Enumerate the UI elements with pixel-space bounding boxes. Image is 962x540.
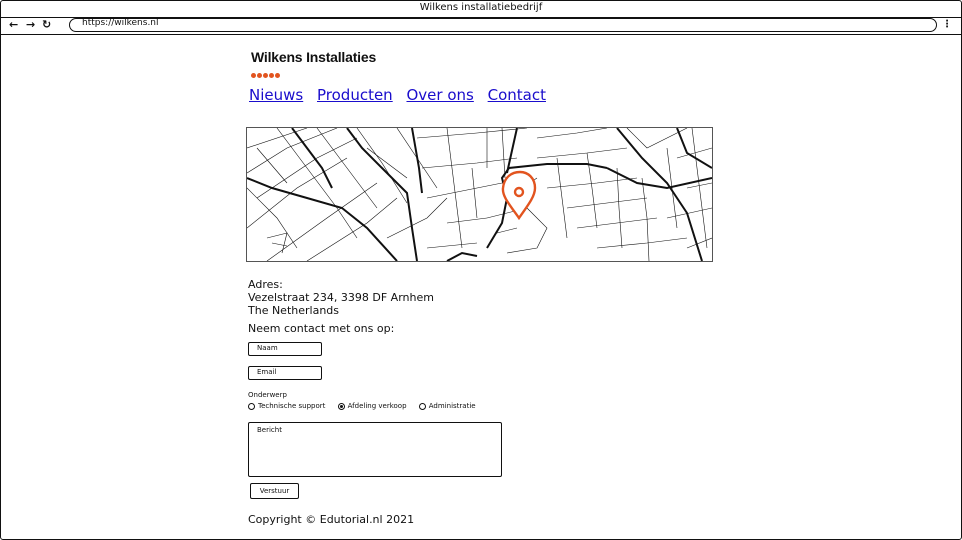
logo-dots-icon [251,63,281,82]
main-navigation: Nieuws Producten Over ons Contact [249,86,555,104]
submit-button[interactable]: Verstuur [250,483,299,499]
email-field[interactable]: Email [248,366,322,380]
name-placeholder: Naam [257,344,278,352]
radio-label: Afdeling verkoop [347,402,407,410]
map-streets [247,128,712,261]
radio-circle [418,402,426,410]
address-street: Vezelstraat 234, 3398 DF Arnhem [248,291,434,304]
subject-label: Onderwerp [248,391,287,399]
nav-link-over-ons[interactable]: Over ons [406,86,473,104]
reload-icon[interactable]: ↻ [42,18,51,32]
radio-label: Technische support [258,402,326,410]
name-field[interactable]: Naam [248,342,322,356]
forward-icon[interactable]: → [26,18,35,32]
radio-circle-selected [337,402,345,410]
vertical-dots-icon[interactable]: ⋮ [942,19,952,30]
browser-toolbar: ← → ↻ https://wilkens.nl ⋮ [0,17,962,35]
contact-heading: Neem contact met ons op: [248,322,395,335]
nav-link-producten[interactable]: Producten [317,86,393,104]
radio-administratie[interactable]: Administratie [418,402,476,410]
footer-copyright: Copyright © Edutorial.nl 2021 [248,513,415,526]
address-country: The Netherlands [248,304,340,317]
address-label: Adres: [248,278,283,291]
subject-radio-group: Technische support Afdeling verkoop Admi… [248,402,486,410]
nav-link-contact[interactable]: Contact [488,86,546,104]
message-placeholder: Bericht [257,426,282,434]
radio-label: Administratie [428,402,476,410]
nav-link-nieuws[interactable]: Nieuws [249,86,303,104]
location-map[interactable] [246,127,713,262]
window-title: Wilkens installatiebedrijf [419,2,543,13]
site-logo[interactable]: Wilkens Installaties [251,49,376,78]
radio-circle [248,402,255,410]
radio-technische-support[interactable]: Technische support [248,402,325,410]
address-bar[interactable]: https://wilkens.nl [69,18,937,32]
message-textarea[interactable]: Bericht [248,422,502,477]
back-icon[interactable]: ← [9,18,18,32]
radio-afdeling-verkoop[interactable]: Afdeling verkoop [337,402,407,410]
email-placeholder: Email [257,368,277,376]
address-block: Adres: Vezelstraat 234, 3398 DF Arnhem T… [248,278,434,317]
url-text: https://wilkens.nl [82,18,159,28]
window-titlebar: Wilkens installatiebedrijf [0,0,962,18]
